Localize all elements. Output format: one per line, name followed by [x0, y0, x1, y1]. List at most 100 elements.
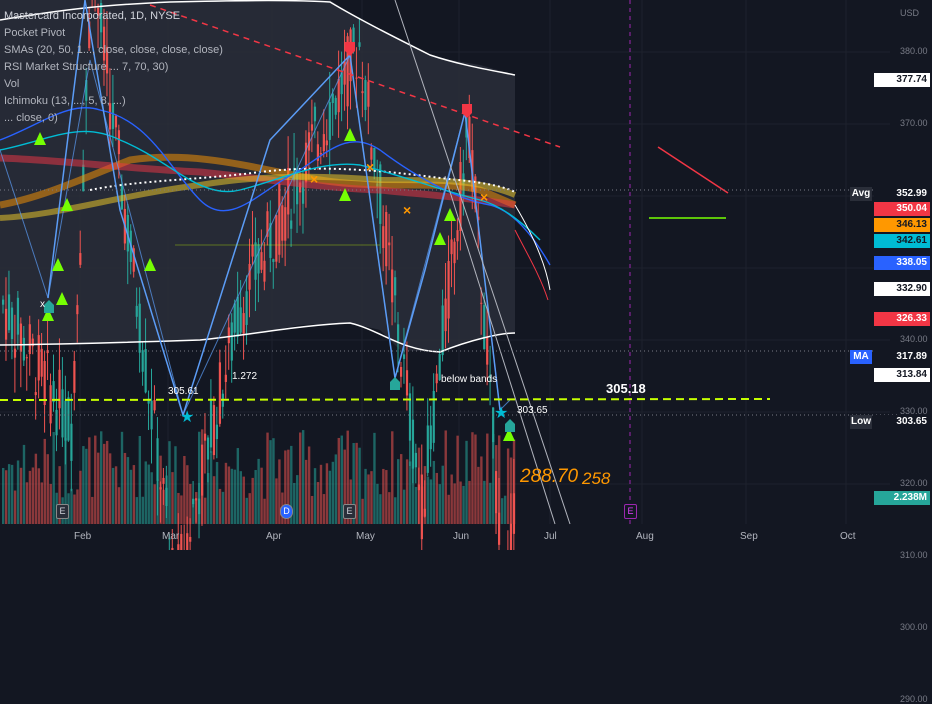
earnings-marker-may[interactable]: E	[343, 504, 356, 519]
price-tag-value: 2.238M	[893, 492, 927, 503]
price-tick: 310.00	[900, 550, 928, 560]
volume-bar	[388, 492, 391, 524]
candle-body	[456, 230, 459, 242]
projection-red-line	[657, 146, 729, 194]
volume-bar	[272, 438, 275, 524]
volume-bar	[299, 432, 302, 524]
candle-body	[22, 337, 25, 361]
volume-bar	[263, 498, 266, 524]
candle-body	[230, 322, 233, 361]
candle-body	[405, 370, 409, 396]
dividend-marker-apr[interactable]: D	[280, 504, 293, 519]
volume-bar	[331, 461, 335, 524]
candle-body	[251, 244, 254, 257]
volume-bar	[459, 481, 462, 524]
price-tag-label: MA	[850, 350, 872, 364]
volume-bar	[13, 490, 17, 524]
indicator-smas[interactable]: SMAs (20, 50, 1..., close, close, close,…	[4, 42, 223, 59]
volume-bar	[269, 440, 272, 524]
candle-body	[195, 498, 198, 501]
volume-bar	[402, 489, 406, 524]
target-258-label: 258	[582, 469, 611, 488]
volume-bar	[385, 470, 388, 524]
volume-bar	[34, 453, 38, 524]
volume-bar	[203, 497, 207, 524]
candle-body	[212, 405, 216, 456]
candle-body	[239, 307, 242, 333]
volume-bar	[129, 469, 133, 524]
chart-legend[interactable]: Mastercard Incorporated, 1D, NYSE Pocket…	[4, 8, 223, 127]
candle-body	[16, 297, 20, 335]
indicator-rsi-structure[interactable]: RSI Market Structure ... 7, 70, 30)	[4, 59, 223, 76]
indicator-pocket-pivot[interactable]: Pocket Pivot	[4, 25, 223, 42]
volume-bar	[486, 433, 489, 524]
indicator-misc[interactable]: ... close, 0)	[4, 110, 223, 127]
volume-bar	[251, 477, 254, 524]
below-bands-label: below bands	[441, 374, 498, 385]
candle-body	[159, 487, 162, 490]
candle-body	[153, 400, 156, 411]
price-tag: 338.05	[874, 256, 930, 270]
indicator-ichimoku[interactable]: Ichimoku (13, ..., 5, 8, ...)	[4, 93, 223, 110]
candle-body	[435, 373, 438, 384]
price-tag: 342.61	[874, 234, 930, 248]
candle-body	[117, 130, 121, 155]
candle-body	[162, 477, 165, 484]
candle-body	[284, 207, 287, 241]
candle-body	[43, 361, 46, 406]
future-earnings-marker[interactable]: E	[624, 504, 637, 519]
candle-body	[391, 269, 394, 303]
price-tag-value: 342.61	[896, 235, 927, 246]
volume-bar	[102, 443, 106, 524]
price-tick: 300.00	[900, 622, 928, 632]
volume-bar	[373, 432, 376, 524]
volume-bar	[123, 452, 127, 524]
indicator-vol[interactable]: Vol	[4, 76, 223, 93]
march-low-label: 305.61	[168, 386, 199, 397]
volume-bar	[168, 441, 171, 524]
volume-bar	[28, 470, 32, 524]
volume-bar	[441, 465, 444, 524]
time-tick: Jun	[453, 531, 470, 542]
volume-bar	[462, 485, 465, 524]
cross-marker: ×	[403, 202, 411, 218]
volume-bar	[408, 461, 412, 524]
candle-body	[278, 183, 281, 255]
candle-body	[399, 366, 403, 377]
volume-bar	[183, 456, 186, 524]
volume-bar	[52, 432, 55, 524]
candle-body	[61, 389, 64, 438]
volume-bar	[180, 495, 183, 524]
low-price-label: 303.65	[517, 405, 548, 416]
price-tag: 303.65 Low	[850, 415, 930, 429]
price-tick: 380.00	[900, 46, 928, 56]
price-tag-value: 350.04	[896, 203, 927, 214]
volume-bar	[82, 446, 85, 524]
volume-bar	[506, 448, 510, 524]
volume-bar	[296, 475, 299, 524]
candle-body	[483, 305, 486, 350]
symbol-title[interactable]: Mastercard Incorporated, 1D, NYSE	[4, 8, 223, 25]
volume-bar	[135, 497, 139, 524]
volume-bar	[227, 466, 231, 524]
candle-body	[28, 324, 31, 355]
candle-body	[2, 299, 5, 305]
price-tag: 346.13	[874, 218, 930, 232]
candle-body	[417, 484, 420, 491]
volume-bar	[489, 482, 492, 524]
price-tag-label: Avg	[850, 187, 872, 201]
volume-bar	[471, 432, 474, 524]
volume-bar	[147, 464, 150, 524]
candle-body	[334, 97, 337, 115]
price-tag-value: 332.90	[896, 283, 927, 294]
candle-body	[227, 327, 230, 344]
volume-bar	[474, 434, 477, 524]
earnings-marker-jan[interactable]: E	[56, 504, 69, 519]
volume-bar	[426, 476, 430, 524]
time-tick: May	[356, 531, 375, 542]
candle-body	[310, 124, 314, 131]
volume-bar	[399, 454, 403, 524]
volume-bar	[438, 484, 441, 524]
candle-body	[4, 308, 8, 340]
volume-bar	[120, 431, 124, 524]
